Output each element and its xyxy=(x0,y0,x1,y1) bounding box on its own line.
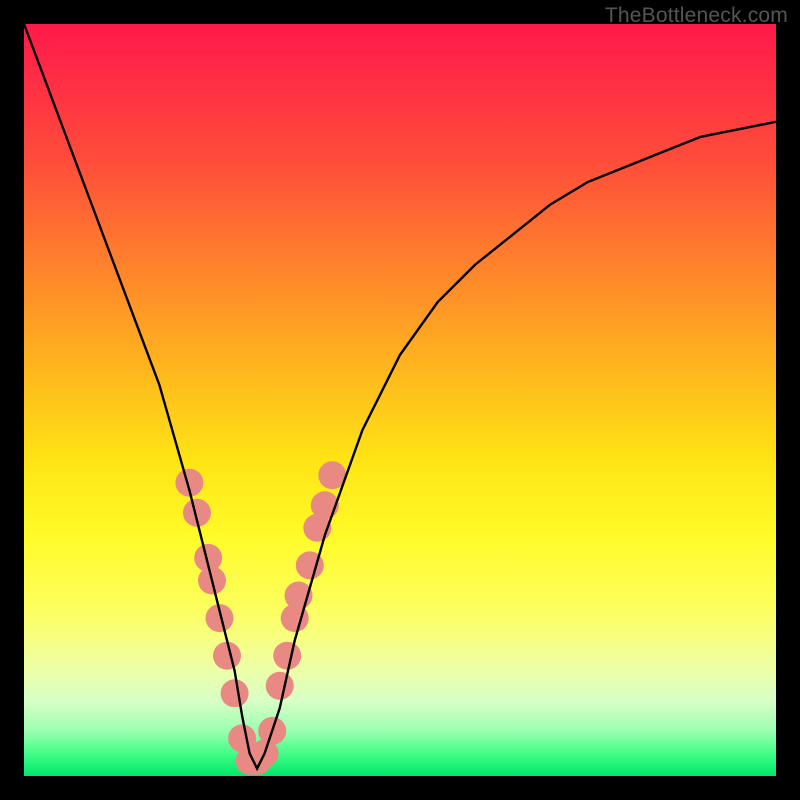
plot-area xyxy=(24,24,776,776)
curve-markers xyxy=(175,461,346,775)
curve-marker xyxy=(266,672,294,700)
chart-frame: TheBottleneck.com xyxy=(0,0,800,800)
curve-layer xyxy=(24,24,776,776)
curve-marker xyxy=(221,679,249,707)
curve-marker xyxy=(213,642,241,670)
bottleneck-curve xyxy=(24,24,776,769)
watermark-text: TheBottleneck.com xyxy=(605,4,788,28)
curve-marker xyxy=(273,642,301,670)
